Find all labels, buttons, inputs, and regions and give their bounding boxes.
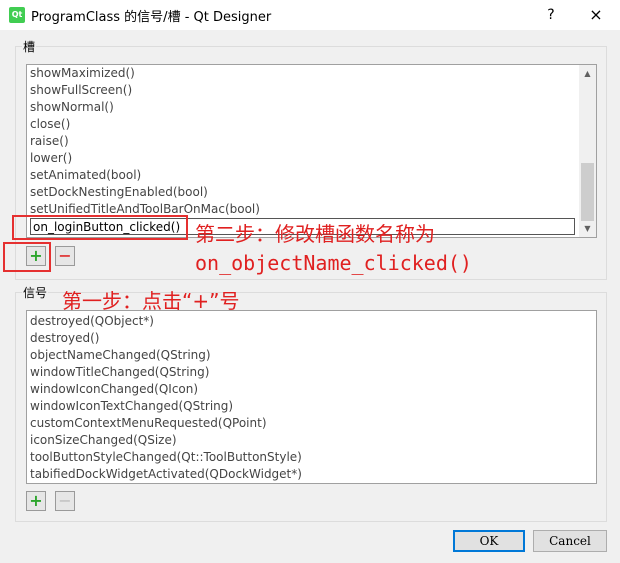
close-button[interactable]: × (584, 4, 608, 26)
list-item[interactable]: showFullScreen() (27, 82, 596, 99)
list-item[interactable]: showMaximized() (27, 65, 596, 82)
ok-button[interactable]: OK (453, 530, 525, 552)
signals-items: destroyed(QObject*) destroyed() objectName… (27, 311, 596, 483)
list-item[interactable]: customContextMenuRequested(QPoint) (27, 415, 596, 432)
title-bar: Qt ProgramClass 的信号/槽 - Qt Designer ? × (0, 0, 620, 30)
chevron-down-icon[interactable]: ▼ (579, 220, 596, 237)
window-title: ProgramClass 的信号/槽 - Qt Designer (31, 10, 272, 25)
annotation-box-edit (12, 215, 188, 240)
annotation-step2: 第二步：修改槽函数名称为 (195, 222, 435, 246)
list-item[interactable]: windowIconChanged(QIcon) (27, 381, 596, 398)
annotation-step1: 第一步：点击“+”号 (62, 289, 240, 313)
list-item[interactable]: toolButtonStyleChanged(Qt::ToolButtonSty… (27, 449, 596, 466)
list-item[interactable]: setAnimated(bool) (27, 167, 596, 184)
list-item[interactable]: setDockNestingEnabled(bool) (27, 184, 596, 201)
list-item[interactable]: close() (27, 116, 596, 133)
list-item[interactable]: windowTitleChanged(QString) (27, 364, 596, 381)
chevron-up-icon[interactable]: ▲ (579, 65, 596, 82)
list-item[interactable]: lower() (27, 150, 596, 167)
slots-list[interactable]: showMaximized() showFullScreen() showNorma… (26, 64, 597, 238)
list-item[interactable]: windowIconTextChanged(QString) (27, 398, 596, 415)
list-item[interactable]: raise() (27, 133, 596, 150)
slots-items: showMaximized() showFullScreen() showNorma… (27, 65, 596, 218)
list-item[interactable]: destroyed() (27, 330, 596, 347)
list-item[interactable]: destroyed(QObject*) (27, 313, 596, 330)
remove-slot-button[interactable]: − (55, 246, 75, 266)
list-item[interactable]: tabifiedDockWidgetActivated(QDockWidget*… (27, 466, 596, 483)
list-item[interactable]: objectNameChanged(QString) (27, 347, 596, 364)
list-item[interactable]: showNormal() (27, 99, 596, 116)
slots-scrollbar[interactable]: ▲ ▼ (579, 65, 596, 237)
remove-signal-button: − (55, 491, 75, 511)
signals-list[interactable]: destroyed(QObject*) destroyed() objectName… (26, 310, 597, 484)
slots-group-label: 槽 (22, 38, 37, 55)
signals-group-label: 信号 (22, 284, 49, 301)
cancel-button[interactable]: Cancel (533, 530, 607, 552)
add-signal-button[interactable]: + (26, 491, 46, 511)
qt-logo-icon: Qt (9, 7, 25, 23)
annotation-step2-name: on_objectName_clicked() (195, 251, 472, 275)
help-button[interactable]: ? (540, 4, 562, 26)
scrollbar-thumb[interactable] (581, 163, 594, 221)
list-item[interactable]: iconSizeChanged(QSize) (27, 432, 596, 449)
annotation-box-add (3, 242, 51, 272)
